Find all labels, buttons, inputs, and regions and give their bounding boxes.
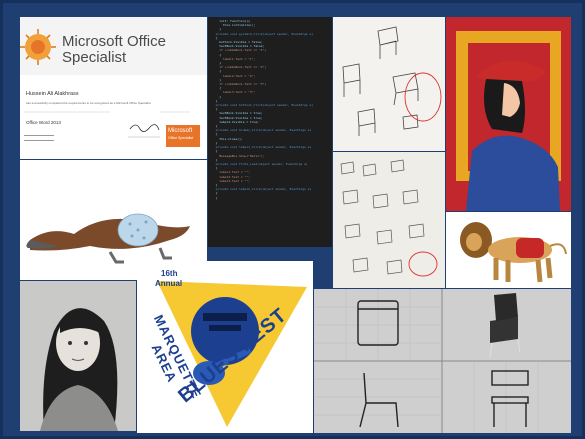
blues-fest-poster-tile: 16th Annual MARQUETTE AREA BLUES FEST bbox=[137, 261, 313, 433]
chair-sketch-tile-2 bbox=[333, 152, 445, 288]
certificate-tile: Microsoft Office Specialist Hussein Ali … bbox=[20, 17, 207, 159]
code-line: private void label2_Click(object sender,… bbox=[212, 187, 312, 192]
pencil-portrait-graphic bbox=[40, 308, 118, 431]
code-line: private void hidden_Click(object sender,… bbox=[212, 128, 312, 133]
code-line: private void pyramid_Click(object sender… bbox=[212, 31, 314, 36]
red-hat-portrait-tile bbox=[446, 17, 571, 211]
lion-tail bbox=[549, 243, 567, 255]
sketch-highlight-circle-2 bbox=[408, 251, 438, 277]
cad-front-view bbox=[491, 370, 529, 427]
code-line: private void button1_Click(object sender… bbox=[212, 103, 314, 108]
cert-footer-sub: Office Specialist bbox=[168, 136, 194, 140]
cad-views-graphic bbox=[314, 289, 571, 433]
cert-brand-line1: Microsoft Office bbox=[62, 33, 166, 50]
chair-sketch-graphic-2 bbox=[340, 159, 438, 277]
poster-top-line1: 16th bbox=[161, 269, 178, 278]
musician-sunglasses bbox=[209, 325, 241, 331]
lion-tile bbox=[446, 212, 571, 288]
code-line: } bbox=[212, 195, 218, 200]
musician-hat bbox=[203, 313, 247, 321]
lion-graphic bbox=[460, 222, 567, 283]
cert-product: Office Word 2013 bbox=[26, 120, 61, 125]
cert-body-text: has successfully completed the requireme… bbox=[26, 101, 151, 105]
red-hat-portrait-graphic bbox=[456, 31, 561, 211]
pencil-portrait-tile bbox=[20, 281, 136, 431]
cad-side-view bbox=[359, 372, 399, 428]
code-listing: init: function(){ this.initialize(); } p… bbox=[212, 19, 314, 200]
lion-face bbox=[466, 233, 482, 251]
code-line: private void Form1_Load(object sender, E… bbox=[212, 161, 308, 166]
chair-sketch-graphic bbox=[342, 26, 442, 136]
cert-brand-line2: Specialist bbox=[62, 49, 127, 66]
cert-recipient: Hussein Ali Alakhrass bbox=[26, 91, 79, 97]
signature-mark bbox=[129, 124, 160, 132]
platypus-feet bbox=[108, 247, 172, 264]
cad-perspective-view bbox=[489, 293, 521, 358]
cert-footer-logo: Microsoft bbox=[168, 128, 193, 134]
chair-sketch-tile bbox=[333, 17, 445, 151]
cad-views-tile bbox=[314, 289, 571, 433]
poster-top-line2: Annual bbox=[155, 279, 183, 288]
code-editor-tile: init: function(){ this.initialize(); } p… bbox=[208, 17, 332, 247]
code-line: private void label1_Click(object sender,… bbox=[212, 145, 312, 150]
sketch-highlight-circle bbox=[404, 72, 442, 122]
red-body-section bbox=[516, 238, 544, 258]
collage-frame: Microsoft Office Specialist Hussein Ali … bbox=[0, 0, 585, 439]
